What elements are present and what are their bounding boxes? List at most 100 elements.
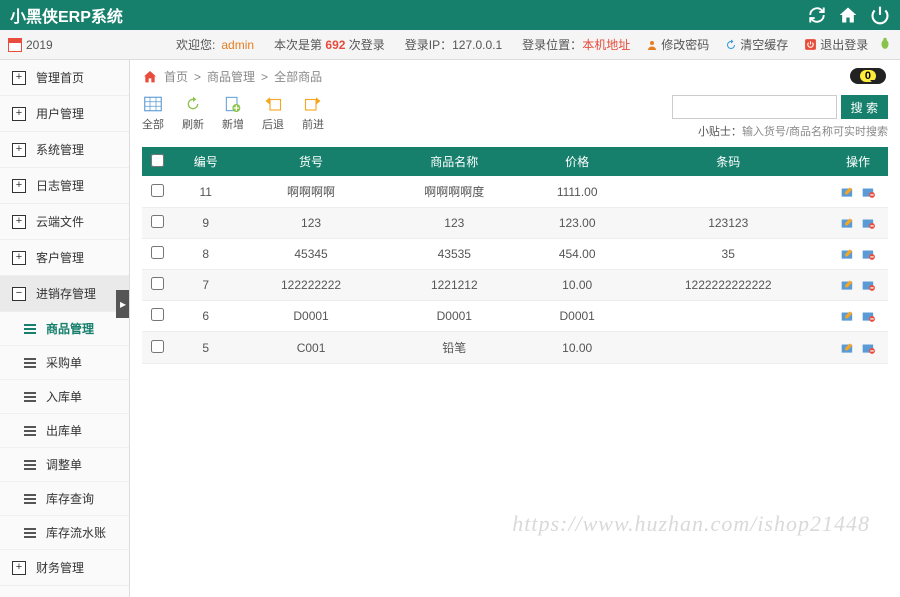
power-icon[interactable] <box>870 5 890 25</box>
sidebar-item-cloud[interactable]: + 云端文件 <box>0 204 129 240</box>
delete-icon[interactable] <box>861 341 876 355</box>
tool-all[interactable]: 全部 <box>142 95 164 132</box>
user-icon <box>646 39 658 51</box>
edit-icon[interactable] <box>840 309 855 323</box>
cell-name: 啊啊啊啊度 <box>383 176 526 208</box>
sidebar-sub-stockquery[interactable]: 库存查询 <box>0 482 129 516</box>
select-all-checkbox[interactable] <box>151 154 164 167</box>
app-header: 小黑侠ERP系统 <box>0 0 900 30</box>
sidebar-item-aftersale[interactable]: +售后管理 <box>0 586 129 597</box>
cell-barcode: 123123 <box>628 208 828 239</box>
admin-name[interactable]: admin <box>221 38 254 52</box>
sidebar-sub-outbound[interactable]: 出库单 <box>0 414 129 448</box>
delete-icon[interactable] <box>861 309 876 323</box>
sidebar-item-label: 管理首页 <box>36 69 84 86</box>
edit-icon[interactable] <box>840 185 855 199</box>
logout-link[interactable]: 退出登录 <box>804 36 868 53</box>
sidebar-item-logs[interactable]: +日志管理 <box>0 168 129 204</box>
plus-icon: + <box>12 251 26 265</box>
cell-id: 9 <box>172 208 239 239</box>
delete-icon[interactable] <box>861 247 876 261</box>
sidebar-item-dashboard[interactable]: +管理首页 <box>0 60 129 96</box>
bug-icon[interactable] <box>878 36 892 53</box>
back-icon <box>263 95 283 113</box>
list-icon <box>24 324 36 334</box>
products-table: 编号 货号 商品名称 价格 条码 操作 11 啊啊啊啊 啊啊啊啊度 1111.0… <box>142 147 888 364</box>
sidebar-item-label: 日志管理 <box>36 177 84 194</box>
sidebar-item-system[interactable]: +系统管理 <box>0 132 129 168</box>
sidebar-sub-purchase[interactable]: 采购单 <box>0 346 129 380</box>
table-header-row: 编号 货号 商品名称 价格 条码 操作 <box>142 147 888 176</box>
col-price: 价格 <box>526 147 629 176</box>
tool-forward[interactable]: 前进 <box>302 95 324 132</box>
col-sku: 货号 <box>239 147 382 176</box>
sidebar-item-inventory[interactable]: −进销存管理 <box>0 276 129 312</box>
delete-icon[interactable] <box>861 278 876 292</box>
tool-back[interactable]: 后退 <box>262 95 284 132</box>
row-checkbox[interactable] <box>151 308 164 321</box>
sidebar-sub-inbound[interactable]: 入库单 <box>0 380 129 414</box>
sidebar-item-finance[interactable]: +财务管理 <box>0 550 129 586</box>
search-button[interactable]: 搜 索 <box>841 95 888 119</box>
sidebar-collapse-toggle[interactable]: ▸ <box>116 290 130 318</box>
edit-icon[interactable] <box>840 341 855 355</box>
sidebar-item-label: 用户管理 <box>36 105 84 122</box>
tool-refresh[interactable]: 刷新 <box>182 95 204 132</box>
clear-cache-link[interactable]: 清空缓存 <box>725 36 788 53</box>
notification-bubble[interactable]: 0 <box>850 68 886 84</box>
row-checkbox[interactable] <box>151 184 164 197</box>
refresh-icon[interactable] <box>808 6 826 24</box>
cell-name: 1221212 <box>383 270 526 301</box>
sidebar-item-customers[interactable]: +客户管理 <box>0 240 129 276</box>
cell-id: 5 <box>172 332 239 364</box>
cell-sku: D0001 <box>239 301 382 332</box>
row-checkbox[interactable] <box>151 340 164 353</box>
breadcrumb-l1[interactable]: 商品管理 <box>207 68 255 85</box>
edit-icon[interactable] <box>840 278 855 292</box>
sidebar-item-users[interactable]: +用户管理 <box>0 96 129 132</box>
refresh-tool-icon <box>183 95 203 113</box>
row-checkbox[interactable] <box>151 215 164 228</box>
sidebar-item-label: 云端文件 <box>36 213 84 230</box>
sidebar-sub-label: 出库单 <box>46 422 82 439</box>
sidebar-sub-stockflow[interactable]: 库存流水账 <box>0 516 129 550</box>
topbar: 2019 欢迎您: admin 本次是第 692 次登录 登录IP：127.0.… <box>0 30 900 60</box>
delete-icon[interactable] <box>861 216 876 230</box>
cell-price: 123.00 <box>526 208 629 239</box>
cell-id: 11 <box>172 176 239 208</box>
col-ops: 操作 <box>828 147 888 176</box>
cell-barcode: 35 <box>628 239 828 270</box>
breadcrumb-home[interactable]: 首页 <box>164 68 188 85</box>
search-input[interactable] <box>672 95 837 119</box>
cell-name: 123 <box>383 208 526 239</box>
login-ip: 登录IP：127.0.0.1 <box>405 36 502 53</box>
search-tip: 小贴士：输入货号/商品名称可实时搜索 <box>698 123 888 139</box>
table-row: 5 C001 铅笔 10.00 <box>142 332 888 364</box>
toolbar: 全部 刷新 新增 后退 前进 搜 索 <box>142 95 888 139</box>
table-row: 11 啊啊啊啊 啊啊啊啊度 1111.00 <box>142 176 888 208</box>
sidebar-sub-products[interactable]: 商品管理 <box>0 312 129 346</box>
change-password-link[interactable]: 修改密码 <box>646 36 709 53</box>
home-icon[interactable] <box>838 5 858 25</box>
cell-barcode <box>628 301 828 332</box>
tool-add[interactable]: 新增 <box>222 95 244 132</box>
row-checkbox[interactable] <box>151 277 164 290</box>
cell-sku: 122222222 <box>239 270 382 301</box>
plus-icon: + <box>12 143 26 157</box>
breadcrumb-l2: 全部商品 <box>274 68 322 85</box>
delete-icon[interactable] <box>861 185 876 199</box>
home-small-icon <box>142 69 158 85</box>
power-small-icon <box>804 38 817 51</box>
cell-sku: 45345 <box>239 239 382 270</box>
sidebar-sub-adjust[interactable]: 调整单 <box>0 448 129 482</box>
edit-icon[interactable] <box>840 216 855 230</box>
table-row: 7 122222222 1221212 10.00 1222222222222 <box>142 270 888 301</box>
edit-icon[interactable] <box>840 247 855 261</box>
main-content: 首页 > 商品管理 > 全部商品 0 全部 刷新 新增 <box>130 60 900 597</box>
table-row: 6 D0001 D0001 D0001 <box>142 301 888 332</box>
breadcrumb: 首页 > 商品管理 > 全部商品 <box>142 68 888 85</box>
row-checkbox[interactable] <box>151 246 164 259</box>
plus-icon: + <box>12 215 26 229</box>
cell-barcode: 1222222222222 <box>628 270 828 301</box>
cell-id: 7 <box>172 270 239 301</box>
